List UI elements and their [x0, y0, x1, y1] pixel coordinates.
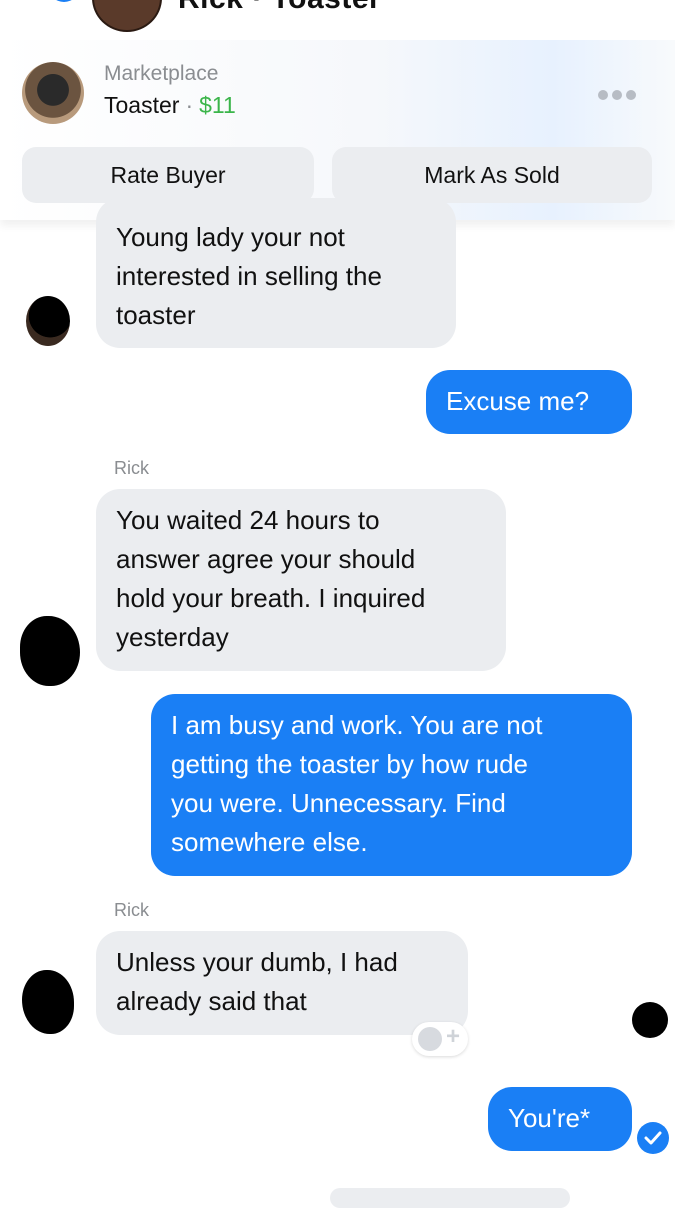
conversation-header: Rick · Toaster	[0, 0, 675, 40]
sender-name: Rick	[114, 458, 149, 478]
message-bubble-incoming[interactable]: Young lady your not interested in sellin…	[96, 198, 456, 348]
contact-avatar[interactable]	[92, 0, 162, 32]
message-line: Excuse me?	[446, 386, 590, 416]
marketplace-label: Marketplace	[104, 62, 219, 85]
listing-separator: ·	[185, 92, 194, 118]
message-bubble-outgoing[interactable]: I am busy and work. You are not getting …	[151, 694, 632, 876]
message-bubble-outgoing[interactable]: Excuse me?	[426, 370, 632, 434]
message-bubble-incoming[interactable]: You waited 24 hours to answer agree your…	[96, 489, 506, 671]
add-reaction-icon[interactable]: +	[412, 1022, 468, 1056]
message-line: Unless your dumb, I had	[116, 947, 398, 977]
conversation-title[interactable]: Rick · Toaster	[178, 0, 381, 16]
listing-item-name: Toaster	[104, 92, 180, 118]
message-line: yesterday	[116, 622, 229, 652]
sender-name: Rick	[114, 900, 149, 920]
message-line: I am busy and work. You are not	[171, 710, 543, 740]
message-line: getting the toaster by how rude	[171, 749, 529, 779]
sender-avatar[interactable]	[26, 296, 70, 346]
mark-as-sold-button[interactable]: Mark As Sold	[332, 147, 652, 203]
more-options-icon[interactable]	[598, 88, 642, 102]
listing-thumbnail[interactable]	[22, 62, 84, 124]
back-arrow-icon[interactable]	[20, 0, 80, 18]
message-line: You waited 24 hours to	[116, 505, 380, 535]
composer-input[interactable]	[330, 1188, 570, 1208]
sender-avatar[interactable]	[20, 616, 80, 686]
message-line: you were. Unnecessary. Find	[171, 788, 506, 818]
listing-title[interactable]: Toaster · $11	[104, 92, 236, 119]
message-line: answer agree your should	[116, 544, 416, 574]
message-line: hold your breath. I inquired	[116, 583, 426, 613]
listing-price: $11	[199, 92, 236, 118]
sender-avatar[interactable]	[22, 970, 74, 1034]
message-line: Young lady your not	[116, 222, 345, 252]
message-line: interested in selling the	[116, 261, 382, 291]
marketplace-panel: Marketplace Toaster · $11 Rate Buyer Mark …	[0, 40, 675, 220]
delivered-check-icon	[637, 1122, 669, 1154]
redaction-dot	[632, 1002, 668, 1038]
message-line: already said that	[116, 986, 307, 1016]
message-bubble-outgoing[interactable]: You're*	[488, 1087, 632, 1151]
message-line: toaster	[116, 300, 196, 330]
message-line: somewhere else.	[171, 827, 368, 857]
message-line: You're*	[508, 1103, 591, 1133]
message-bubble-incoming[interactable]: Unless your dumb, I had already said tha…	[96, 931, 468, 1035]
rate-buyer-button[interactable]: Rate Buyer	[22, 147, 314, 203]
